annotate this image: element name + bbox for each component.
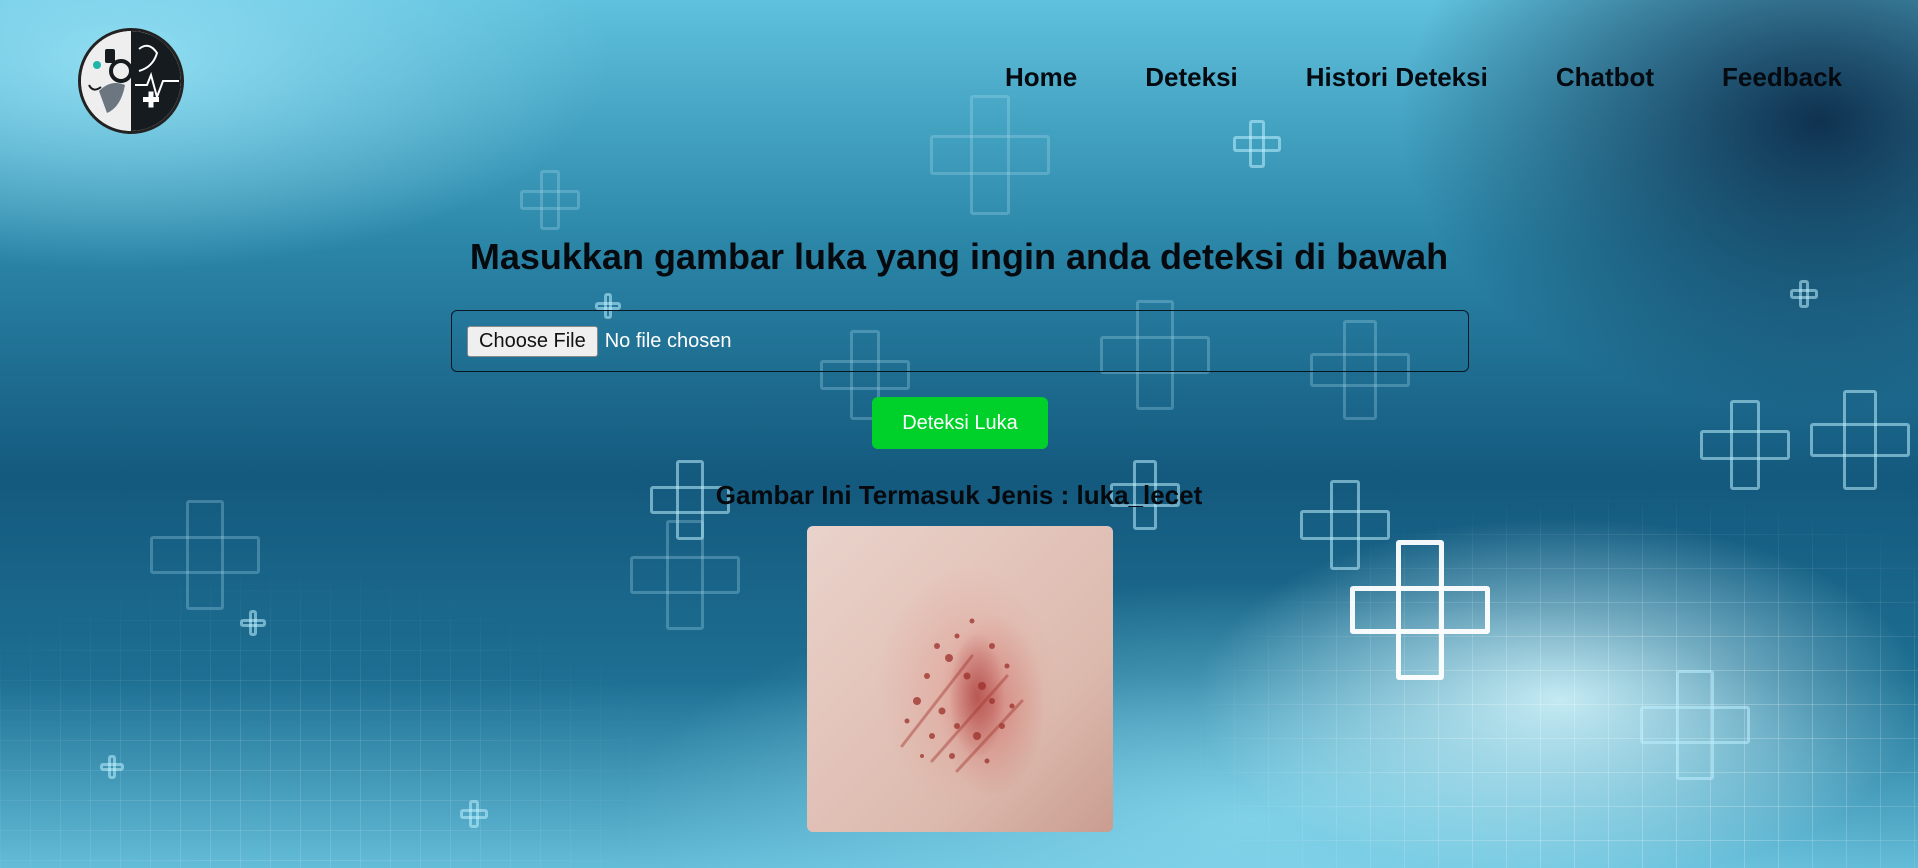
medical-cross-icon xyxy=(1790,280,1818,308)
wound-texture xyxy=(900,618,1024,773)
medical-cross-icon xyxy=(1350,540,1490,680)
logo-graphic xyxy=(81,31,181,131)
medical-cross-icon xyxy=(930,95,1050,215)
nav-deteksi[interactable]: Deteksi xyxy=(1145,62,1238,93)
background-grid xyxy=(1200,500,1918,868)
wound-image xyxy=(807,526,1113,832)
medical-cross-icon xyxy=(240,610,266,636)
nav-home[interactable]: Home xyxy=(1005,62,1077,93)
medical-cross-icon xyxy=(100,755,124,779)
medical-cross-icon xyxy=(520,170,580,230)
medical-cross-icon xyxy=(1700,400,1790,490)
medical-logo-icon[interactable] xyxy=(78,28,184,134)
background-grid-left xyxy=(0,560,700,868)
choose-file-button[interactable]: Choose File xyxy=(467,325,598,357)
file-upload-field[interactable]: Choose File No file chosen xyxy=(451,310,1469,372)
medical-cross-icon xyxy=(1640,670,1750,780)
file-status-text: No file chosen xyxy=(604,329,732,352)
page-title: Masukkan gambar luka yang ingin anda det… xyxy=(469,236,1449,277)
detection-result-text: Gambar Ini Termasuk Jenis : luka_lecet xyxy=(715,480,1203,510)
medical-cross-icon xyxy=(460,800,488,828)
nav-feedback[interactable]: Feedback xyxy=(1722,62,1842,93)
detect-wound-button[interactable]: Deteksi Luka xyxy=(872,397,1048,449)
nav-chatbot[interactable]: Chatbot xyxy=(1556,62,1654,93)
medical-cross-icon xyxy=(1810,390,1910,490)
medical-cross-icon xyxy=(1233,120,1281,168)
medical-cross-icon xyxy=(150,500,260,610)
nav-histori-deteksi[interactable]: Histori Deteksi xyxy=(1306,62,1488,93)
main-nav: Home Deteksi Histori Deteksi Chatbot Fee… xyxy=(937,62,1842,93)
medical-cross-icon xyxy=(630,520,740,630)
